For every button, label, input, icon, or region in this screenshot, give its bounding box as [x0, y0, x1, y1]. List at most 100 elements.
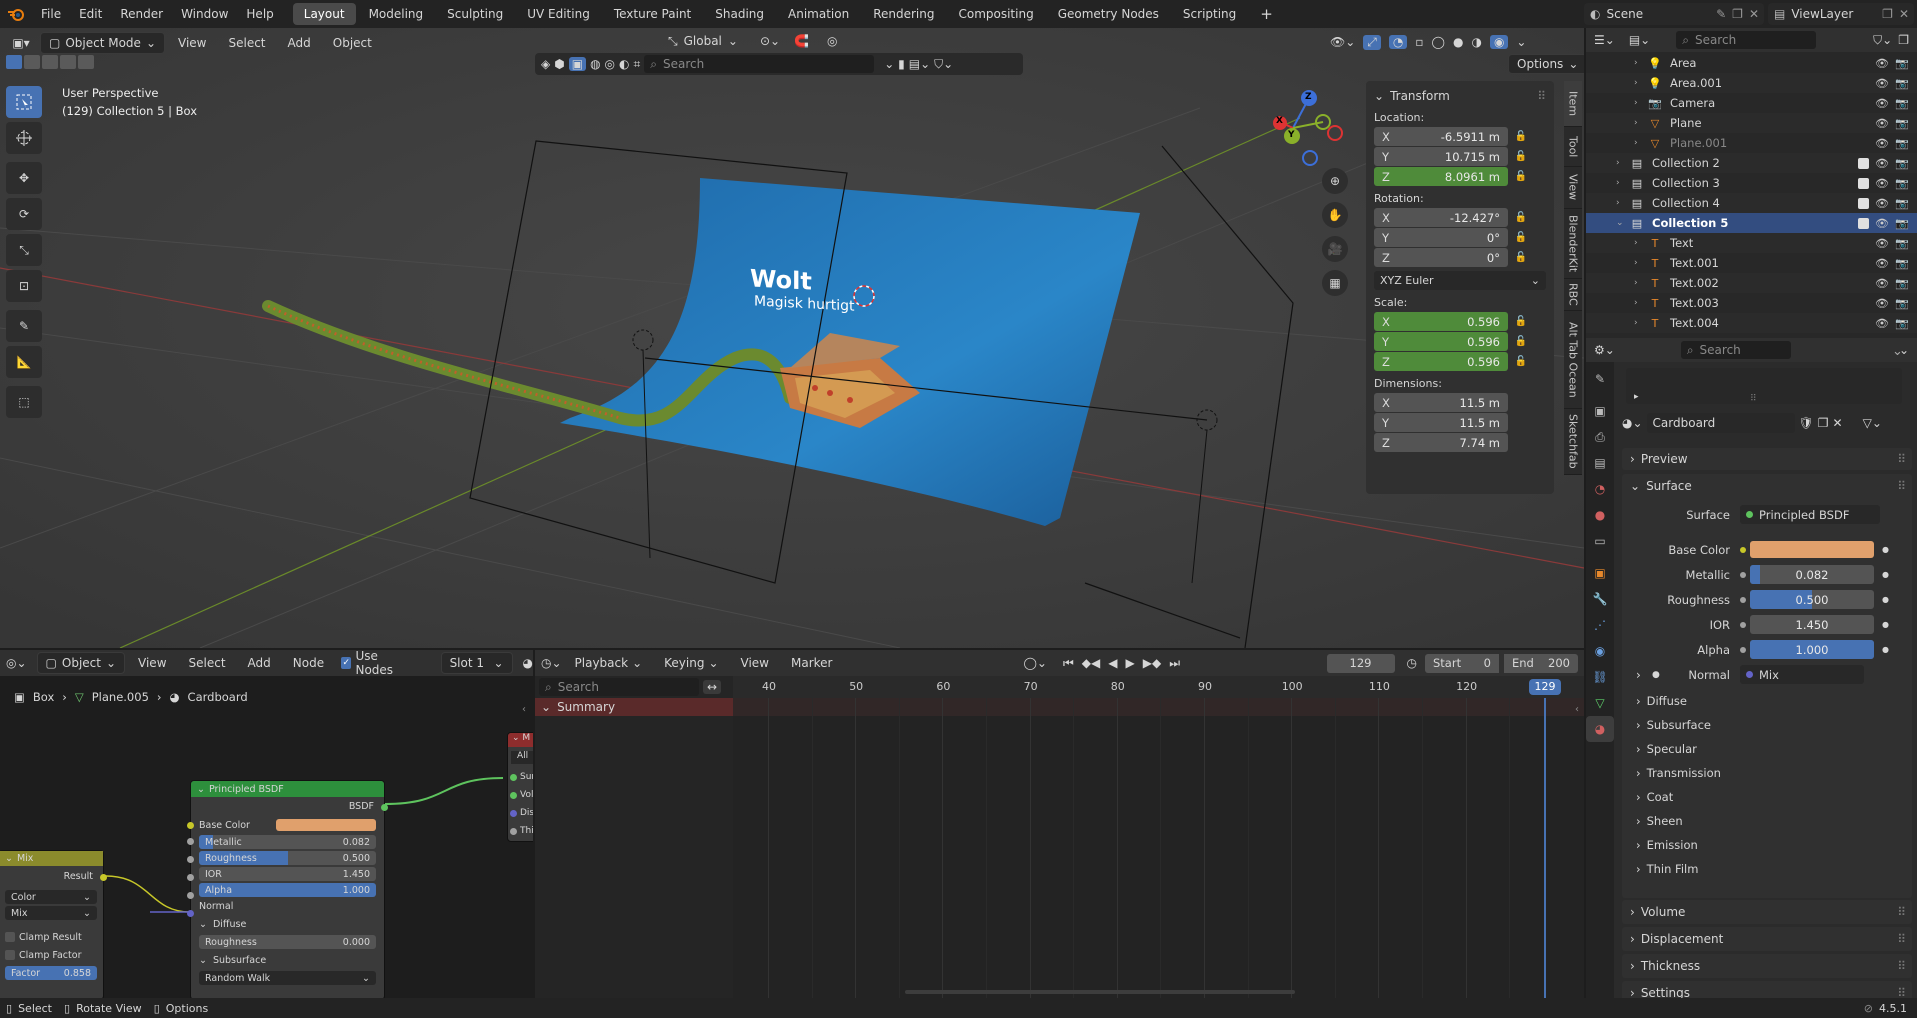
orientation-dropdown[interactable]: ⤡ Global ⌄ ⊙⌄ 🧲 ◎ — [668, 30, 838, 52]
outliner-item[interactable]: › ▽ Plane 👁 📷 — [1586, 113, 1917, 133]
filter-icon-a[interactable]: ◍ — [590, 57, 600, 71]
select-subtract-icon[interactable] — [42, 55, 58, 69]
input-socket-icon[interactable] — [1740, 621, 1746, 628]
location-y-field[interactable]: Y 10.715 m — [1374, 147, 1508, 166]
outliner-item[interactable]: › T Text.002 👁 📷 — [1586, 273, 1917, 293]
drag-handle-icon[interactable]: ⠿ — [1897, 959, 1912, 973]
viewport-menu-add[interactable]: Add — [279, 32, 320, 54]
tab-texture-paint[interactable]: Texture Paint — [603, 3, 702, 25]
render-camera-icon[interactable]: 📷 — [1895, 117, 1909, 130]
render-camera-icon[interactable]: 📷 — [1895, 157, 1909, 170]
timeline-scrollbar[interactable] — [905, 990, 1295, 994]
keyframe-dot-icon[interactable]: ● — [1882, 595, 1889, 604]
expand-arrow-icon[interactable]: › — [1634, 278, 1646, 288]
delete-viewlayer-icon[interactable]: ✕ — [1899, 7, 1914, 21]
collapse-icon[interactable]: ⌄ — [197, 784, 205, 795]
exclude-checkbox-icon[interactable] — [1858, 217, 1869, 229]
link-mode-icon[interactable]: ▽⌄ — [1863, 416, 1882, 430]
drag-handle-icon[interactable]: ⠿ — [1897, 452, 1912, 466]
rotation-x-field[interactable]: X -12.427° — [1374, 208, 1508, 227]
render-camera-icon[interactable]: 📷 — [1895, 297, 1909, 310]
keyframe-dot-icon[interactable]: ● — [1882, 570, 1889, 579]
expand-arrow-icon[interactable]: › — [1634, 238, 1646, 248]
input-socket-icon[interactable] — [1740, 546, 1746, 553]
visibility-eye-icon[interactable]: 👁 — [1875, 77, 1889, 90]
displacement-socket-icon[interactable] — [510, 809, 517, 817]
lock-icon[interactable]: 🔓 — [1514, 232, 1528, 243]
lock-icon[interactable]: 🔓 — [1514, 356, 1528, 367]
blender-logo-icon[interactable] — [0, 3, 32, 25]
bsdf-subpanel[interactable]: › Specular — [1622, 737, 1912, 761]
material-panel[interactable]: › Thickness ⠿ — [1622, 954, 1912, 978]
prop-value-field[interactable]: 1.000 — [1750, 640, 1874, 659]
visibility-eye-icon[interactable]: 👁 — [1875, 117, 1889, 130]
tab-shading[interactable]: Shading — [704, 3, 775, 25]
world-props-icon[interactable]: ● — [1586, 502, 1614, 528]
input-socket-icon[interactable] — [1740, 646, 1746, 653]
render-camera-icon[interactable]: 📷 — [1895, 177, 1909, 190]
normal-socket-icon[interactable] — [187, 910, 194, 917]
proportional-icon[interactable]: ◎ — [827, 34, 837, 48]
playhead-indicator[interactable]: 129 — [1529, 679, 1561, 695]
drag-handle-icon[interactable]: ⠿ — [1897, 479, 1912, 493]
tab-geometry-nodes[interactable]: Geometry Nodes — [1047, 3, 1170, 25]
solid-shading-icon[interactable]: ● — [1453, 35, 1463, 49]
outliner-item[interactable]: › 📷 Camera 👁 📷 — [1586, 93, 1917, 113]
visibility-eye-icon[interactable]: 👁 — [1875, 257, 1889, 270]
rotation-mode-dropdown[interactable]: XYZ Euler ⌄ — [1374, 271, 1546, 290]
select-extend-icon[interactable] — [24, 55, 40, 69]
exclude-checkbox-icon[interactable] — [1858, 197, 1869, 209]
bsdf-subpanel[interactable]: › Coat — [1622, 785, 1912, 809]
visibility-eye-icon[interactable]: 👁 — [1875, 177, 1889, 190]
rotate-tool-icon[interactable]: ⟳ — [6, 198, 42, 230]
new-viewlayer-icon[interactable]: ❐ — [1882, 7, 1893, 21]
timeline-sidebar-toggle-icon[interactable]: ‹ — [1575, 704, 1579, 715]
location-x-field[interactable]: X -6.5911 m — [1374, 127, 1508, 146]
funnel-icon[interactable]: ⛉⌄ — [934, 57, 953, 72]
clamp-result-checkbox[interactable]: Clamp Result — [0, 928, 103, 946]
expand-arrow-icon[interactable]: › — [1634, 258, 1646, 268]
visibility-eye-icon[interactable]: 👁 — [1875, 217, 1889, 230]
pan-hand-icon[interactable]: ✋ — [1322, 202, 1348, 228]
jump-start-icon[interactable]: ⏮ — [1063, 656, 1074, 671]
subsurface-method-dropdown[interactable]: Random Walk ⌄ — [199, 971, 376, 985]
summary-channel[interactable]: ⌄ Summary — [535, 698, 733, 716]
tab-tool[interactable]: Tool — [1564, 127, 1582, 167]
outliner-item[interactable]: › T Text 👁 📷 — [1586, 233, 1917, 253]
dimensions-x-field[interactable]: X 11.5 m — [1374, 393, 1508, 412]
object-props-icon[interactable]: ▣ — [1586, 560, 1614, 586]
delete-scene-icon[interactable]: ✕ — [1749, 7, 1764, 21]
tab-compositing[interactable]: Compositing — [947, 3, 1044, 25]
keyframe-dot-icon[interactable]: ● — [1882, 545, 1889, 554]
menu-edit[interactable]: Edit — [70, 0, 111, 28]
swap-icon[interactable]: ↔ — [703, 680, 722, 694]
expand-arrow-icon[interactable]: ⌄ — [1616, 218, 1628, 228]
scene-props-icon[interactable]: ◔ — [1586, 476, 1614, 502]
lock-icon[interactable]: 🔓 — [1514, 316, 1528, 327]
channel-search-input[interactable]: ⌕ Search — [539, 678, 699, 696]
outliner-collection[interactable]: ⌄ ▤ Collection 5 👁 📷 — [1586, 213, 1917, 233]
view-layer-props-icon[interactable]: ▤ — [1586, 450, 1614, 476]
surface-socket-icon[interactable] — [510, 773, 517, 781]
tab-blenderkit[interactable]: BlenderKit — [1564, 209, 1582, 279]
visibility-eye-icon[interactable]: 👁 — [1875, 97, 1889, 110]
add-cube-tool-icon[interactable]: ⬚ — [6, 386, 42, 418]
lock-icon[interactable]: 🔓 — [1514, 151, 1528, 162]
lock-icon[interactable]: 🔓 — [1514, 171, 1528, 182]
diffuse-roughness-field[interactable]: Roughness 0.000 — [199, 935, 376, 949]
start-frame-field[interactable]: Start 0 — [1425, 653, 1499, 673]
metallic-field[interactable]: Metallic 0.082 — [199, 835, 376, 849]
options-button[interactable]: Options ⌄ — [1508, 54, 1584, 74]
visibility-eye-icon[interactable]: 👁 — [1875, 197, 1889, 210]
scale-z-field[interactable]: Z 0.596 — [1374, 352, 1508, 371]
prev-keyframe-icon[interactable]: ◆◀ — [1082, 656, 1100, 670]
end-frame-field[interactable]: End 200 — [1504, 653, 1578, 673]
visibility-icon[interactable]: 👁⌄ — [1330, 35, 1355, 49]
render-props-icon[interactable]: ▣ — [1586, 398, 1614, 424]
expand-arrow-icon[interactable]: › — [1616, 178, 1628, 188]
pivot-icon[interactable]: ⊙⌄ — [760, 34, 780, 48]
shading-options-icon[interactable]: ⌄ — [1516, 35, 1526, 49]
unlink-material-icon[interactable]: ✕ — [1833, 416, 1843, 430]
ortho-grid-icon[interactable]: ▦ — [1322, 270, 1348, 296]
object-filter-icon[interactable]: ▣ — [568, 57, 587, 71]
